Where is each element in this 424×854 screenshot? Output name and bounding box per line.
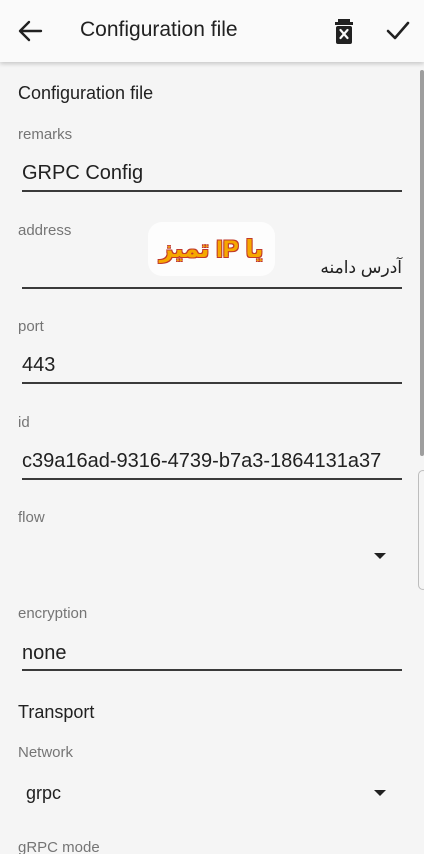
remarks-label: remarks bbox=[18, 126, 73, 143]
watermark-overlay: یا IP تمیز bbox=[148, 222, 275, 276]
port-input[interactable]: 443 bbox=[22, 354, 402, 377]
address-underline bbox=[22, 287, 402, 289]
network-dropdown-arrow-icon[interactable] bbox=[374, 790, 386, 796]
id-underline bbox=[22, 478, 402, 480]
id-label: id bbox=[18, 414, 30, 431]
section-title-transport: Transport bbox=[18, 702, 95, 722]
id-input[interactable]: c39a16ad-9316-4739-b7a3-1864131a37 bbox=[22, 450, 403, 473]
flow-label: flow bbox=[18, 509, 45, 526]
arrow-left-icon[interactable] bbox=[14, 17, 46, 45]
encryption-label: encryption bbox=[18, 605, 88, 622]
edge-panel-handle[interactable] bbox=[418, 470, 424, 590]
remarks-input[interactable]: GRPC Config bbox=[22, 162, 402, 185]
remarks-underline bbox=[22, 190, 402, 192]
port-label: port bbox=[18, 318, 44, 335]
section-title-configuration: Configuration file bbox=[18, 83, 154, 103]
check-icon[interactable] bbox=[384, 18, 412, 44]
network-select[interactable]: grpc bbox=[26, 783, 356, 804]
grpc-mode-label: gRPC mode bbox=[18, 839, 100, 854]
port-underline bbox=[22, 382, 402, 384]
delete-box-icon[interactable] bbox=[332, 16, 356, 46]
encryption-underline bbox=[22, 669, 402, 671]
app-bar: Configuration file bbox=[0, 0, 424, 62]
encryption-input[interactable]: none bbox=[22, 642, 402, 665]
page-title: Configuration file bbox=[80, 18, 238, 41]
config-form: Configuration file remarks GRPC Config a… bbox=[0, 62, 424, 854]
network-label: Network bbox=[18, 744, 74, 761]
address-label: address bbox=[18, 222, 72, 239]
flow-dropdown-arrow-icon[interactable] bbox=[374, 553, 386, 559]
scrollbar[interactable] bbox=[420, 70, 424, 456]
flow-select[interactable] bbox=[22, 544, 362, 568]
